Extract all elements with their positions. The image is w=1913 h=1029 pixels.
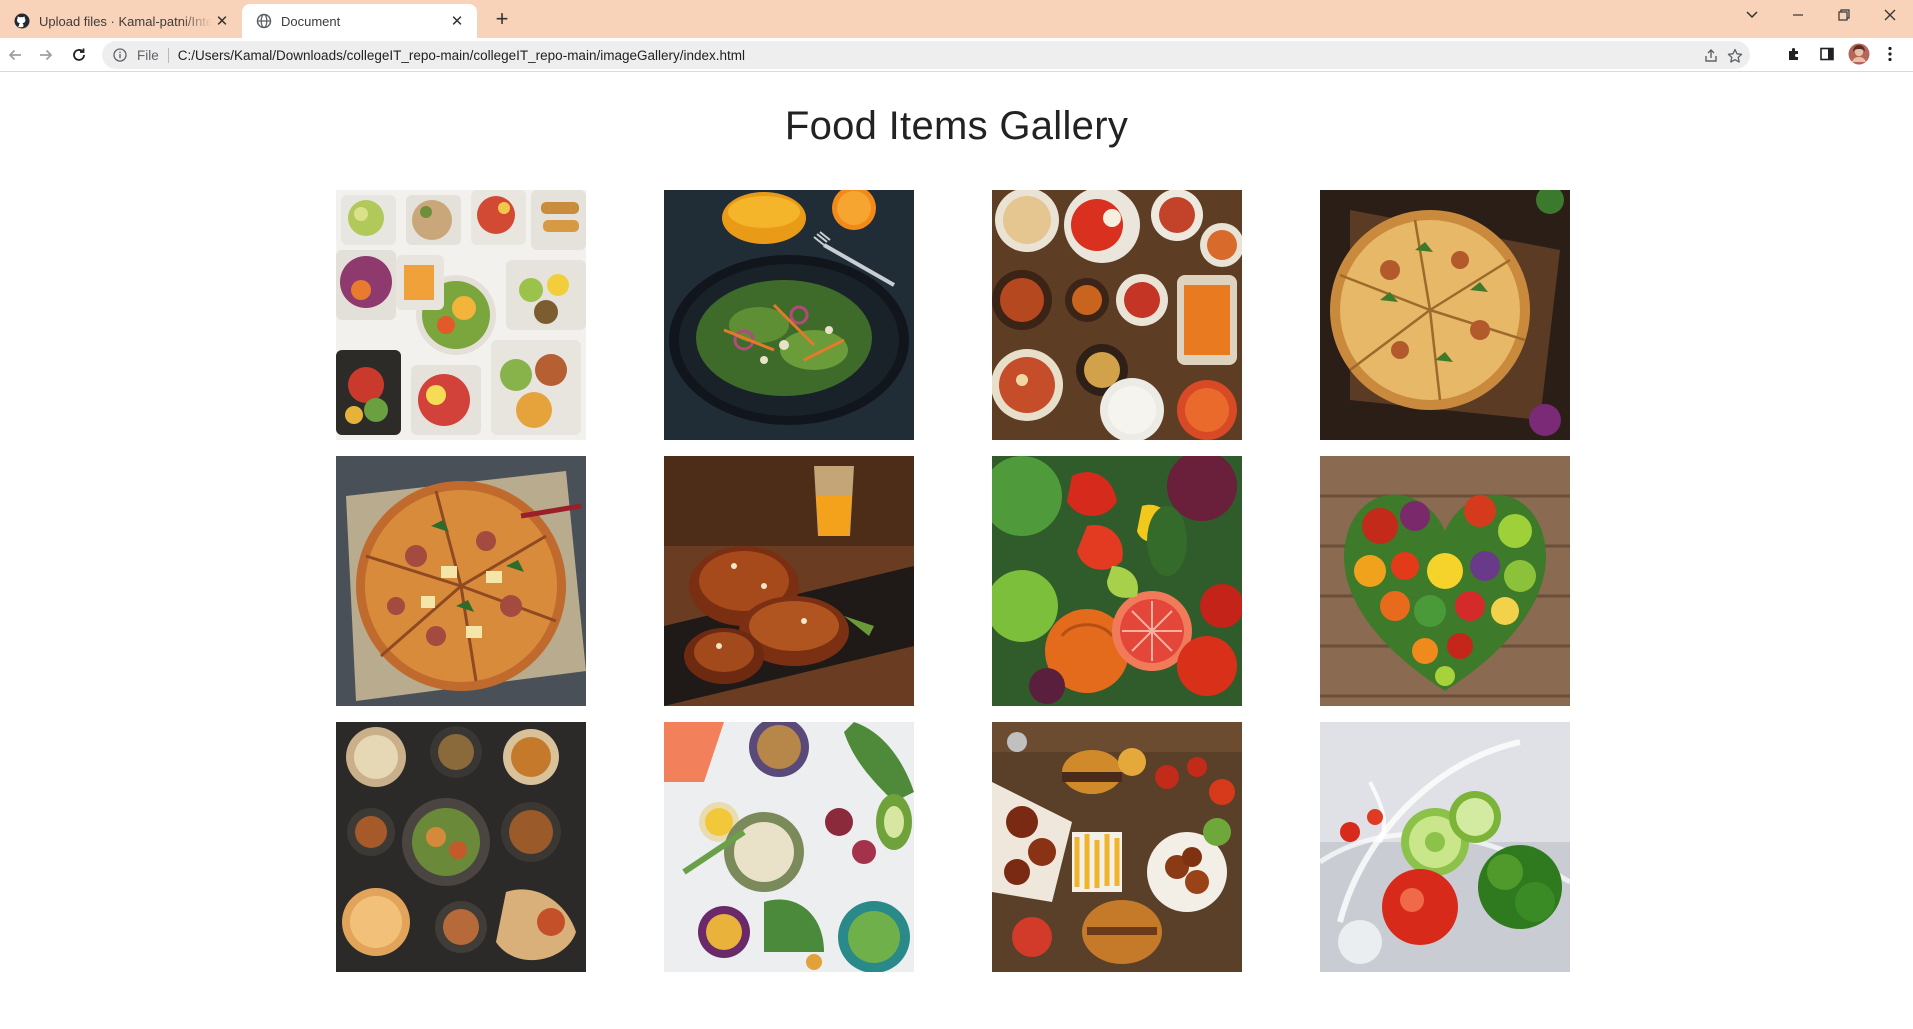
new-tab-icon[interactable]: + (490, 6, 514, 31)
browser-toolbar: File C:/Users/Kamal/Downloads/collegeIT_… (0, 38, 1913, 72)
bookmark-star-icon[interactable] (1726, 47, 1744, 65)
restore-icon[interactable] (1826, 0, 1862, 30)
page-viewport: Food Items Gallery (0, 72, 1913, 1029)
gallery-image-fresh-vegetables[interactable] (992, 456, 1242, 706)
gallery-image-vegetables-splash[interactable] (1320, 722, 1570, 972)
url-text[interactable]: C:/Users/Kamal/Downloads/collegeIT_repo-… (178, 48, 745, 63)
tab-upload-files[interactable]: Upload files · Kamal-patni/Intern ✕ (0, 4, 242, 38)
close-window-icon[interactable] (1872, 0, 1908, 30)
close-tab-icon[interactable]: ✕ (447, 11, 467, 31)
reload-icon[interactable] (66, 42, 92, 68)
menu-kebab-icon[interactable] (1878, 42, 1902, 66)
tab-search-icon[interactable] (1734, 0, 1770, 30)
gallery-image-chicken-wings[interactable] (664, 456, 914, 706)
side-panel-icon[interactable] (1815, 42, 1839, 66)
gallery-image-indian-curry-spread[interactable] (992, 190, 1242, 440)
gallery-image-pizza-on-board[interactable] (1320, 190, 1570, 440)
forward-icon[interactable] (33, 42, 59, 68)
tab-document[interactable]: Document ✕ (242, 4, 477, 38)
close-tab-icon[interactable]: ✕ (212, 11, 232, 31)
gallery-image-sliced-pizza[interactable] (336, 456, 586, 706)
github-icon (14, 13, 30, 29)
image-gallery (336, 190, 1570, 972)
globe-icon (256, 13, 272, 29)
gallery-image-salad-bowls[interactable] (336, 190, 586, 440)
tab-strip: Upload files · Kamal-patni/Intern ✕ Docu… (0, 0, 1913, 38)
gallery-image-fast-food[interactable] (992, 722, 1242, 972)
gallery-image-dinner-table[interactable] (336, 722, 586, 972)
gallery-image-dark-plate-salad[interactable] (664, 190, 914, 440)
share-icon[interactable] (1702, 47, 1720, 65)
extensions-puzzle-icon[interactable] (1782, 42, 1806, 66)
gallery-image-healthy-ingredients[interactable] (664, 722, 914, 972)
info-icon[interactable] (112, 47, 128, 63)
address-bar[interactable]: File C:/Users/Kamal/Downloads/collegeIT_… (102, 41, 1750, 69)
gallery-image-heart-vegetables[interactable] (1320, 456, 1570, 706)
tab-title: Document (281, 13, 341, 29)
back-icon[interactable] (2, 42, 28, 68)
minimize-icon[interactable] (1780, 0, 1816, 30)
profile-avatar[interactable] (1847, 42, 1871, 66)
tab-title: Upload files · Kamal-patni/Intern (39, 13, 212, 29)
page-title: Food Items Gallery (784, 104, 1129, 148)
scheme-chip: File (137, 47, 169, 63)
